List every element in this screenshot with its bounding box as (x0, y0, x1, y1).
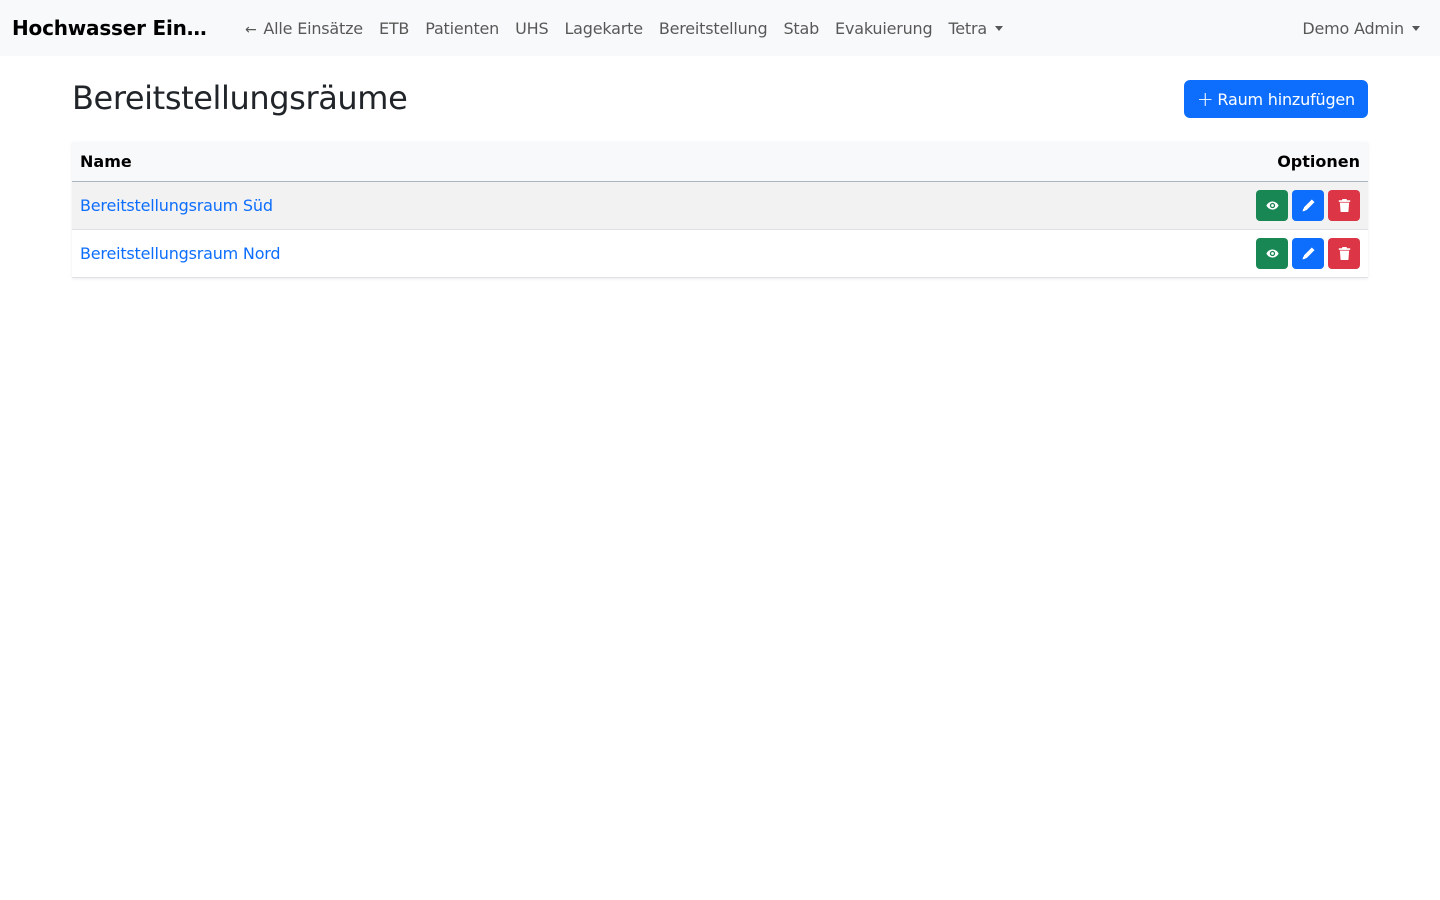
back-arrow-icon: ← (245, 21, 257, 38)
edit-button[interactable] (1292, 190, 1324, 221)
room-link[interactable]: Bereitstellungsraum Nord (80, 244, 281, 263)
view-button[interactable] (1256, 238, 1288, 269)
rooms-table: Name Optionen Bereitstellungsraum Süd Be… (72, 142, 1368, 278)
column-header-options: Optionen (1277, 152, 1360, 171)
eye-icon (1265, 201, 1279, 210)
main-content: Bereitstellungsräume + Raum hinzufügen N… (72, 56, 1368, 278)
top-navbar: Hochwasser Einsatz ← Alle Einsätze ETB P… (0, 0, 1440, 56)
page-header: Bereitstellungsräume + Raum hinzufügen (72, 56, 1368, 142)
delete-button[interactable] (1328, 238, 1360, 269)
table-row: Bereitstellungsraum Nord (72, 230, 1368, 278)
nav-link-staging[interactable]: Bereitstellung (651, 19, 776, 38)
nav-link-label: Alle Einsätze (263, 18, 363, 38)
table-header: Name Optionen (72, 142, 1368, 182)
eye-icon (1265, 249, 1279, 258)
page-title: Bereitstellungsräume (72, 79, 408, 117)
nav-link-evacuation[interactable]: Evakuierung (827, 19, 940, 38)
add-room-button[interactable]: + Raum hinzufügen (1183, 80, 1368, 118)
table-row: Bereitstellungsraum Süd (72, 182, 1368, 230)
nav-link-staff[interactable]: Stab (775, 19, 827, 38)
caret-down-icon (995, 25, 1003, 31)
user-dropdown[interactable]: Demo Admin (1302, 19, 1428, 38)
plus-icon: + (1196, 87, 1214, 111)
caret-down-icon (1412, 25, 1420, 31)
row-actions (1256, 238, 1360, 269)
nav-link-all-incidents[interactable]: ← Alle Einsätze (237, 19, 371, 38)
trash-icon (1338, 199, 1350, 212)
pencil-icon (1302, 199, 1315, 212)
pencil-icon (1302, 247, 1315, 260)
trash-icon (1338, 247, 1350, 260)
nav-link-patients[interactable]: Patienten (417, 19, 507, 38)
row-actions (1256, 190, 1360, 221)
nav-link-uhs[interactable]: UHS (507, 19, 556, 38)
nav-dropdown-tetra[interactable]: Tetra (940, 19, 1011, 38)
edit-button[interactable] (1292, 238, 1324, 269)
add-room-label: Raum hinzufügen (1217, 89, 1355, 109)
user-name: Demo Admin (1302, 18, 1404, 38)
nav-link-map[interactable]: Lagekarte (556, 19, 650, 38)
view-button[interactable] (1256, 190, 1288, 221)
column-header-name: Name (80, 152, 132, 171)
nav-links: ← Alle Einsätze ETB Patienten UHS Lageka… (237, 19, 1011, 38)
nav-dropdown-label: Tetra (948, 18, 987, 38)
delete-button[interactable] (1328, 190, 1360, 221)
brand[interactable]: Hochwasser Einsatz (12, 16, 217, 40)
nav-link-etb[interactable]: ETB (371, 19, 417, 38)
room-link[interactable]: Bereitstellungsraum Süd (80, 196, 273, 215)
